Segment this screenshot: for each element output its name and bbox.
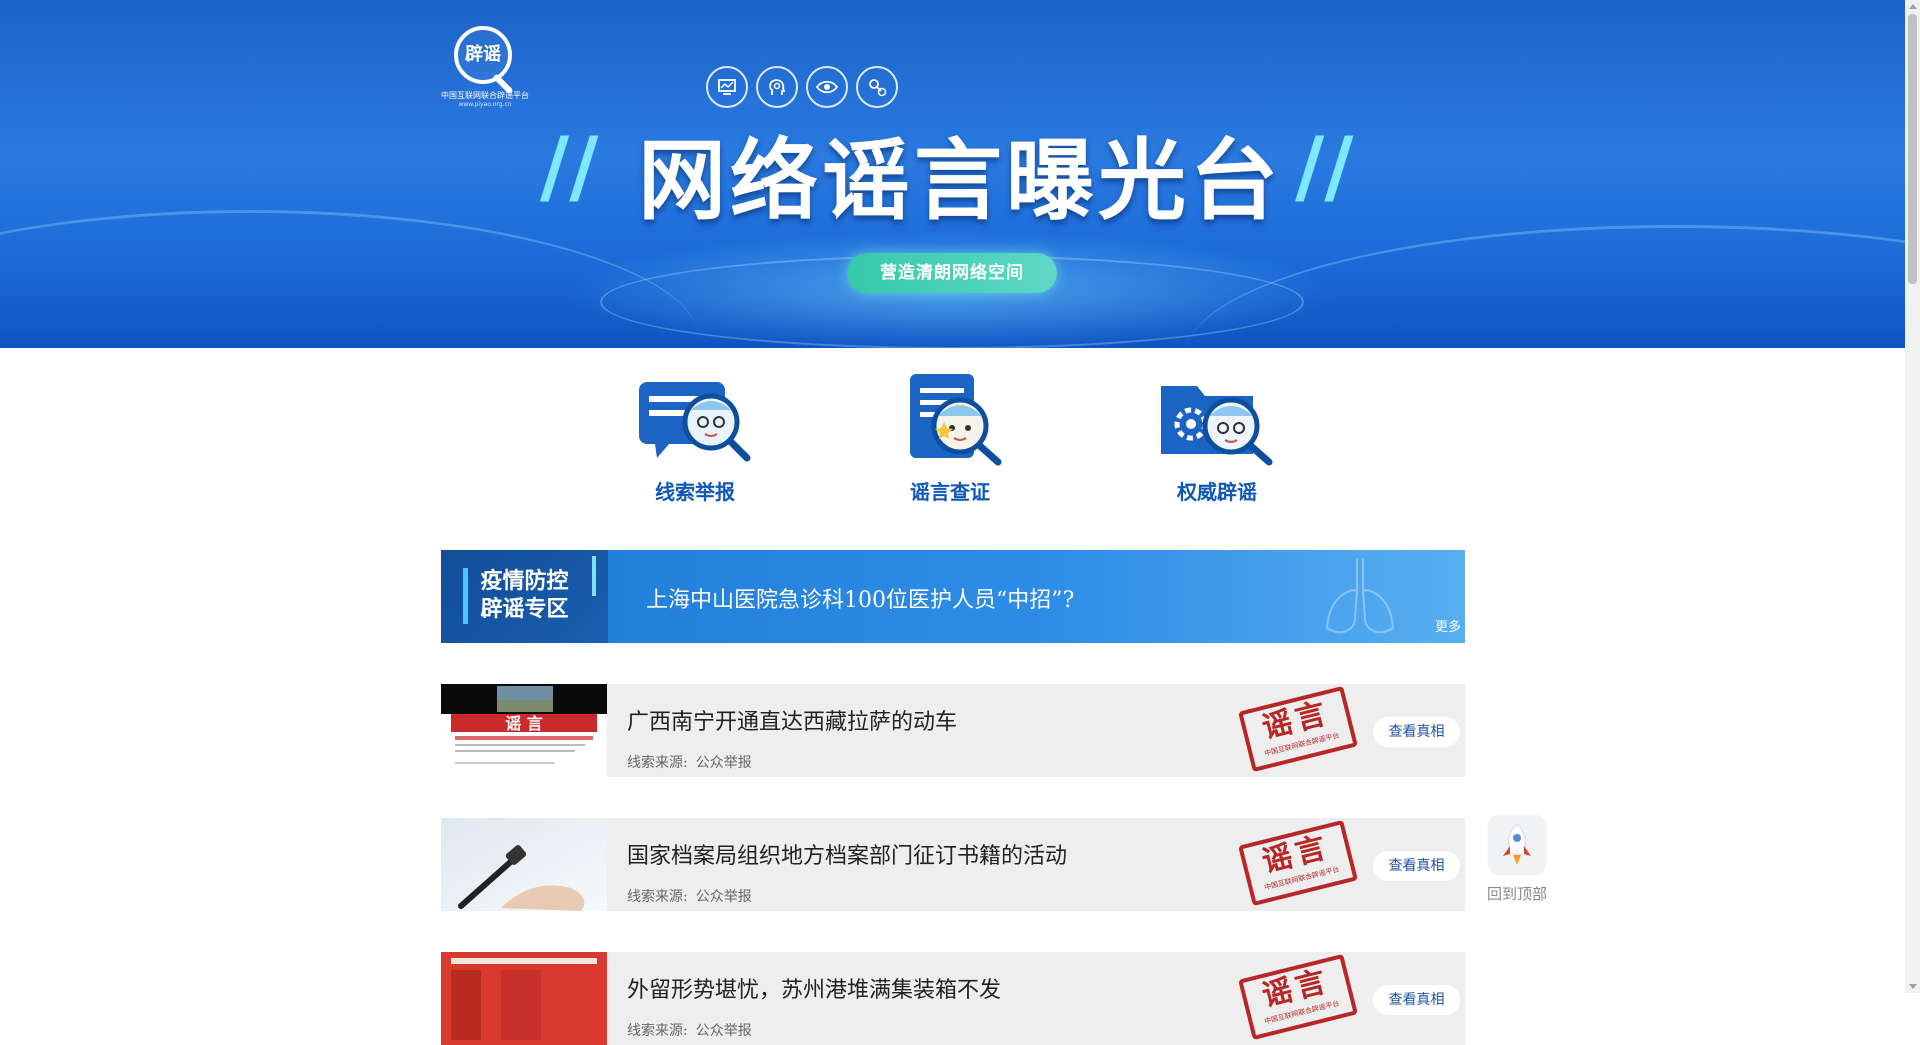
authority-debunk-icon bbox=[1157, 372, 1277, 468]
feature-label: 权威辟谣 bbox=[1177, 480, 1257, 504]
source-label: 线索来源: bbox=[627, 755, 688, 771]
epidemic-rumor-strip: 疫情防控 辟谣专区 上海中山医院急诊科100位医护人员“中招”? 更多 bbox=[441, 550, 1465, 643]
rumor-verify-icon bbox=[890, 372, 1010, 468]
source-value: 公众举报 bbox=[695, 1023, 752, 1039]
source-value: 公众举报 bbox=[695, 755, 752, 771]
item-thumbnail[interactable] bbox=[441, 952, 607, 1045]
logo-url: www.piyao.org.cn bbox=[458, 101, 512, 108]
monitor-icon bbox=[706, 66, 748, 108]
title-decoration-right: // bbox=[1295, 120, 1354, 213]
view-truth-button[interactable]: 查看真相 bbox=[1373, 985, 1460, 1015]
logo-magnifier-icon: 辟谣 bbox=[454, 26, 512, 84]
scroll-down-arrow-icon[interactable] bbox=[1909, 984, 1917, 989]
rumor-stamp: 谣言 中国互联网联合辟谣平台 bbox=[1238, 819, 1358, 907]
badge-accent-bar bbox=[592, 556, 596, 596]
scroll-up-arrow-icon[interactable] bbox=[1909, 4, 1917, 9]
view-truth-button[interactable]: 查看真相 bbox=[1373, 851, 1460, 881]
back-to-top-label: 回到顶部 bbox=[1486, 885, 1547, 903]
rocket-icon bbox=[1489, 815, 1545, 873]
item-title-link[interactable]: 国家档案局组织地方档案部门征订书籍的活动 bbox=[627, 838, 1067, 870]
list-item: 谣 言 广西南宁开通直达西藏拉萨的动车 线索来源: 公众举报 谣言 中国互联网联合… bbox=[441, 684, 1465, 777]
hero-banner: 辟谣 中国互联网联合辟谣平台 www.piyao.org.cn // 网络谣言曝… bbox=[0, 0, 1905, 348]
feature-rumor-verify[interactable]: 谣言查证 bbox=[875, 372, 1025, 505]
item-source: 线索来源: 公众举报 bbox=[627, 1020, 752, 1040]
item-thumbnail[interactable] bbox=[441, 818, 607, 911]
item-source: 线索来源: 公众举报 bbox=[627, 886, 752, 906]
banner-slogan: 营造清朗网络空间 bbox=[847, 253, 1057, 293]
lung-icon bbox=[1315, 550, 1405, 643]
scrollbar-thumb[interactable] bbox=[1908, 14, 1917, 284]
svg-text:谣 言: 谣 言 bbox=[505, 714, 543, 733]
banner-icon-row bbox=[706, 66, 898, 108]
eye-icon bbox=[806, 66, 848, 108]
rumor-stamp: 谣言 中国互联网联合辟谣平台 bbox=[1238, 685, 1358, 773]
epidemic-zone-badge[interactable]: 疫情防控 辟谣专区 bbox=[441, 550, 608, 643]
badge-accent-bar bbox=[463, 568, 468, 624]
more-link[interactable]: 更多 bbox=[1435, 616, 1461, 635]
source-value: 公众举报 bbox=[695, 889, 752, 905]
list-item: 外留形势堪忧，苏州港堆满集装箱不发 线索来源: 公众举报 谣言 中国互联网联合辟谣… bbox=[441, 952, 1465, 1045]
feature-label: 线索举报 bbox=[655, 480, 735, 504]
logo-mark: 辟谣 bbox=[465, 44, 501, 65]
item-thumbnail[interactable]: 谣 言 bbox=[441, 684, 607, 777]
magnifier-gear-icon bbox=[856, 66, 898, 108]
report-clue-icon bbox=[635, 372, 755, 468]
back-to-top-button[interactable]: 回到顶部 bbox=[1484, 815, 1550, 904]
feature-authority-debunk[interactable]: 权威辟谣 bbox=[1142, 372, 1292, 505]
feature-label: 谣言查证 bbox=[910, 480, 990, 504]
source-label: 线索来源: bbox=[627, 889, 688, 905]
source-label: 线索来源: bbox=[627, 1023, 688, 1039]
site-logo[interactable]: 辟谣 中国互联网联合辟谣平台 www.piyao.org.cn bbox=[440, 22, 530, 110]
item-title-link[interactable]: 广西南宁开通直达西藏拉萨的动车 bbox=[627, 704, 957, 736]
head-gear-icon bbox=[756, 66, 798, 108]
item-source: 线索来源: 公众举报 bbox=[627, 752, 752, 772]
title-decoration-left: // bbox=[540, 120, 599, 213]
feature-entries: 线索举报 谣言查证 权威辟谣 bbox=[620, 372, 1300, 512]
page-scrollbar[interactable] bbox=[1905, 0, 1920, 993]
item-title-link[interactable]: 外留形势堪忧，苏州港堆满集装箱不发 bbox=[627, 972, 1001, 1004]
banner-title: 网络谣言曝光台 bbox=[637, 129, 1282, 232]
logo-subtitle: 中国互联网联合辟谣平台 bbox=[441, 91, 529, 100]
rumor-stamp: 谣言 中国互联网联合辟谣平台 bbox=[1238, 953, 1358, 1041]
feature-report-clue[interactable]: 线索举报 bbox=[620, 372, 770, 505]
view-truth-button[interactable]: 查看真相 bbox=[1373, 717, 1460, 747]
epidemic-headline-link[interactable]: 上海中山医院急诊科100位医护人员“中招”? bbox=[646, 582, 1074, 614]
list-item: 国家档案局组织地方档案部门征订书籍的活动 线索来源: 公众举报 谣言 中国互联网联… bbox=[441, 818, 1465, 911]
